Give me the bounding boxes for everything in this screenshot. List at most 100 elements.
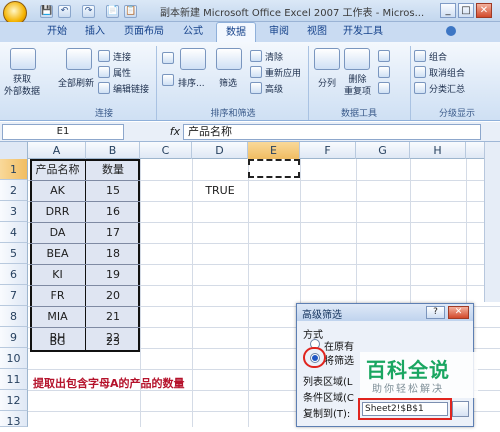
table-cell-product[interactable]: BG — [30, 331, 85, 352]
tab-formulas[interactable]: 公式 — [176, 22, 210, 42]
properties-button[interactable]: 属性 — [113, 66, 131, 79]
table-cell-product[interactable]: DRR — [30, 201, 85, 222]
column-header-a[interactable]: A — [28, 142, 86, 159]
table-cell-product[interactable]: BEA — [30, 243, 85, 264]
table-cell-quantity[interactable]: 19 — [86, 264, 140, 285]
row-header-1[interactable]: 1 — [0, 159, 28, 180]
edit-links-button[interactable]: 编辑链接 — [113, 82, 149, 95]
new-file-icon[interactable]: 📄 — [106, 5, 119, 18]
row-header-7[interactable]: 7 — [0, 285, 28, 306]
tab-review[interactable]: 审阅 — [262, 22, 296, 42]
range-picker-icon[interactable] — [452, 401, 469, 417]
insert-function-icon[interactable]: fx — [168, 124, 182, 140]
clear-button[interactable]: 清除 — [265, 50, 283, 63]
vertical-scrollbar[interactable] — [484, 142, 500, 302]
row-header-2[interactable]: 2 — [0, 180, 28, 201]
close-button[interactable]: ✕ — [476, 3, 492, 18]
get-external-data-button[interactable]: 获取 外部数据 — [4, 74, 40, 98]
row-header-10[interactable]: 10 — [0, 348, 28, 369]
tab-developer[interactable]: 开发工具 — [338, 22, 388, 42]
filter-button[interactable]: 筛选 — [219, 76, 237, 89]
tab-home[interactable]: 开始 — [40, 22, 74, 42]
tab-data[interactable]: 数据 — [216, 22, 256, 42]
refresh-all-button[interactable]: 全部刷新 — [58, 76, 94, 89]
table-cell-quantity[interactable]: 21 — [86, 306, 140, 327]
list-range-label: 列表区域(L — [303, 377, 353, 388]
select-all-corner[interactable] — [0, 142, 28, 159]
tab-view[interactable]: 视图 — [300, 22, 334, 42]
connections-button[interactable]: 连接 — [113, 50, 131, 63]
table-cell-quantity[interactable]: 18 — [86, 243, 140, 264]
name-box[interactable]: E1 — [2, 124, 124, 140]
table-cell-product[interactable]: KI — [30, 264, 85, 285]
copy-to-label: 复制到(T): — [303, 409, 351, 420]
subtotal-button[interactable]: 分类汇总 — [429, 82, 465, 95]
table-cell-quantity[interactable]: 15 — [86, 180, 140, 201]
remove-duplicates-button[interactable]: 删除 重复项 — [344, 74, 371, 98]
table-cell-product[interactable]: MIA — [30, 306, 85, 327]
group-label-connections: 连接 — [94, 109, 113, 119]
maximize-button[interactable]: □ — [458, 3, 474, 18]
cell-b1[interactable]: 数量 — [86, 159, 140, 180]
table-cell-quantity[interactable]: 20 — [86, 285, 140, 306]
help-icon[interactable] — [446, 26, 456, 36]
group-label-data-tools: 数据工具 — [340, 109, 377, 119]
column-header-g[interactable]: G — [356, 142, 410, 159]
row-header-6[interactable]: 6 — [0, 264, 28, 285]
cell-a1[interactable]: 产品名称 — [30, 159, 85, 180]
sort-az-icon[interactable] — [162, 52, 174, 64]
reapply-button[interactable]: 重新应用 — [265, 66, 301, 79]
cell-d2[interactable]: TRUE — [192, 180, 248, 201]
window-title: 副本新建 Microsoft Office Excel 2007 工作表 - M… — [160, 8, 425, 19]
row-header-9[interactable]: 9 — [0, 327, 28, 348]
column-header-c[interactable]: C — [140, 142, 192, 159]
row-header-12[interactable]: 12 — [0, 390, 28, 411]
redo-icon[interactable]: ↷ — [82, 5, 95, 18]
table-cell-product[interactable]: FR — [30, 285, 85, 306]
undo-icon[interactable]: ↶ — [58, 5, 71, 18]
table-cell-product[interactable]: AK — [30, 180, 85, 201]
sort-za-icon[interactable] — [162, 74, 174, 86]
selected-cell-e1[interactable] — [248, 159, 300, 178]
dialog-close-button[interactable]: ✕ — [448, 306, 469, 319]
table-cell-quantity[interactable]: 17 — [86, 222, 140, 243]
tab-insert[interactable]: 插入 — [78, 22, 112, 42]
ungroup-button[interactable]: 取消组合 — [429, 66, 465, 79]
tab-page-layout[interactable]: 页面布局 — [116, 22, 172, 42]
reapply-icon — [250, 66, 262, 78]
dialog-help-button[interactable]: ? — [426, 306, 445, 319]
column-header-f[interactable]: F — [300, 142, 356, 159]
row-header-8[interactable]: 8 — [0, 306, 28, 327]
column-header-b[interactable]: B — [86, 142, 140, 159]
table-cell-quantity[interactable]: 16 — [86, 201, 140, 222]
column-header-e[interactable]: E — [248, 142, 300, 159]
paste-icon[interactable]: 📋 — [124, 5, 137, 18]
data-validation-icon[interactable] — [378, 50, 390, 62]
row-header-11[interactable]: 11 — [0, 369, 28, 390]
column-header-h[interactable]: H — [410, 142, 466, 159]
sort-icon — [180, 48, 206, 70]
consolidate-icon[interactable] — [378, 66, 390, 78]
group-button[interactable]: 组合 — [429, 50, 447, 63]
grid-line — [248, 159, 249, 427]
ribbon-separator — [410, 46, 411, 120]
ungroup-icon — [414, 66, 426, 78]
filter-icon — [216, 48, 242, 70]
sort-button[interactable]: 排序... — [178, 76, 205, 89]
watermark-slogan: 助你轻松解决 — [372, 384, 444, 395]
save-icon[interactable]: 💾 — [40, 5, 53, 18]
advanced-button[interactable]: 高级 — [265, 82, 283, 95]
row-header-5[interactable]: 5 — [0, 243, 28, 264]
text-to-columns-button[interactable]: 分列 — [318, 76, 336, 89]
table-cell-product[interactable]: DA — [30, 222, 85, 243]
row-header-4[interactable]: 4 — [0, 222, 28, 243]
copy-to-input[interactable]: Sheet2!$B$1 — [362, 402, 448, 416]
row-header-3[interactable]: 3 — [0, 201, 28, 222]
ribbon-separator — [308, 46, 309, 120]
formula-input[interactable]: 产品名称 — [183, 124, 481, 140]
column-header-d[interactable]: D — [192, 142, 248, 159]
what-if-icon[interactable] — [378, 82, 390, 94]
table-cell-quantity[interactable]: 23 — [86, 331, 140, 352]
row-header-13[interactable]: 13 — [0, 411, 28, 428]
minimize-button[interactable]: _ — [440, 3, 456, 18]
